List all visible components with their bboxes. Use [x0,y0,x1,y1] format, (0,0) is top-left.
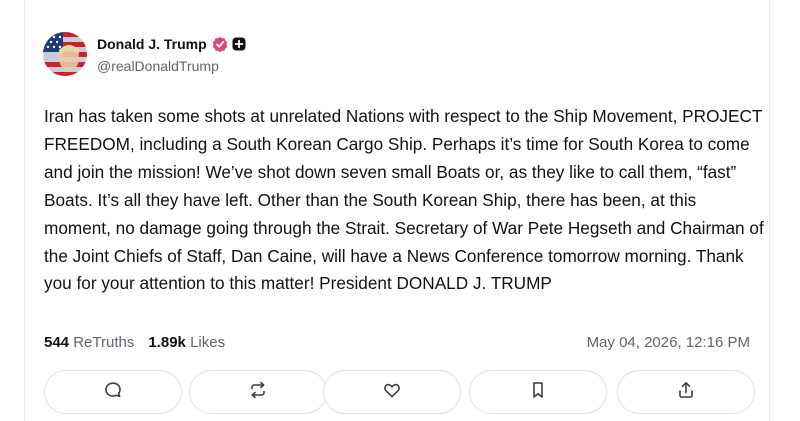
retruth-icon [248,380,268,405]
author-name[interactable]: Donald J. Trump [97,36,207,52]
share-button[interactable] [617,370,755,414]
verified-badge-icon [212,36,228,53]
likes-stat[interactable]: 1.89k Likes [148,334,225,351]
post-stats: 544 ReTruths 1.89k Likes [44,334,239,351]
retruth-button[interactable] [189,370,327,414]
likes-count: 1.89k [148,334,186,351]
author-block: Donald J. Trump @realDonaldTrump [97,35,246,74]
bookmark-icon [528,380,548,405]
author-handle[interactable]: @realDonaldTrump [97,58,246,74]
post-timestamp[interactable]: May 04, 2026, 12:16 PM [587,334,750,351]
like-icon [382,380,402,405]
post-body-text: Iran has taken some shots at unrelated N… [44,106,764,294]
retruths-count: 544 [44,334,70,351]
likes-label: Likes [190,334,226,351]
reply-icon [103,380,123,405]
retruths-label: ReTruths [73,334,135,351]
like-button[interactable] [323,370,461,414]
subscriber-plus-icon [232,37,246,51]
action-bar [44,370,755,414]
bookmark-button[interactable] [469,370,607,414]
share-icon [676,380,696,405]
reply-button[interactable] [44,370,182,414]
avatar[interactable] [43,32,87,76]
retruths-stat[interactable]: 544 ReTruths [44,334,134,351]
